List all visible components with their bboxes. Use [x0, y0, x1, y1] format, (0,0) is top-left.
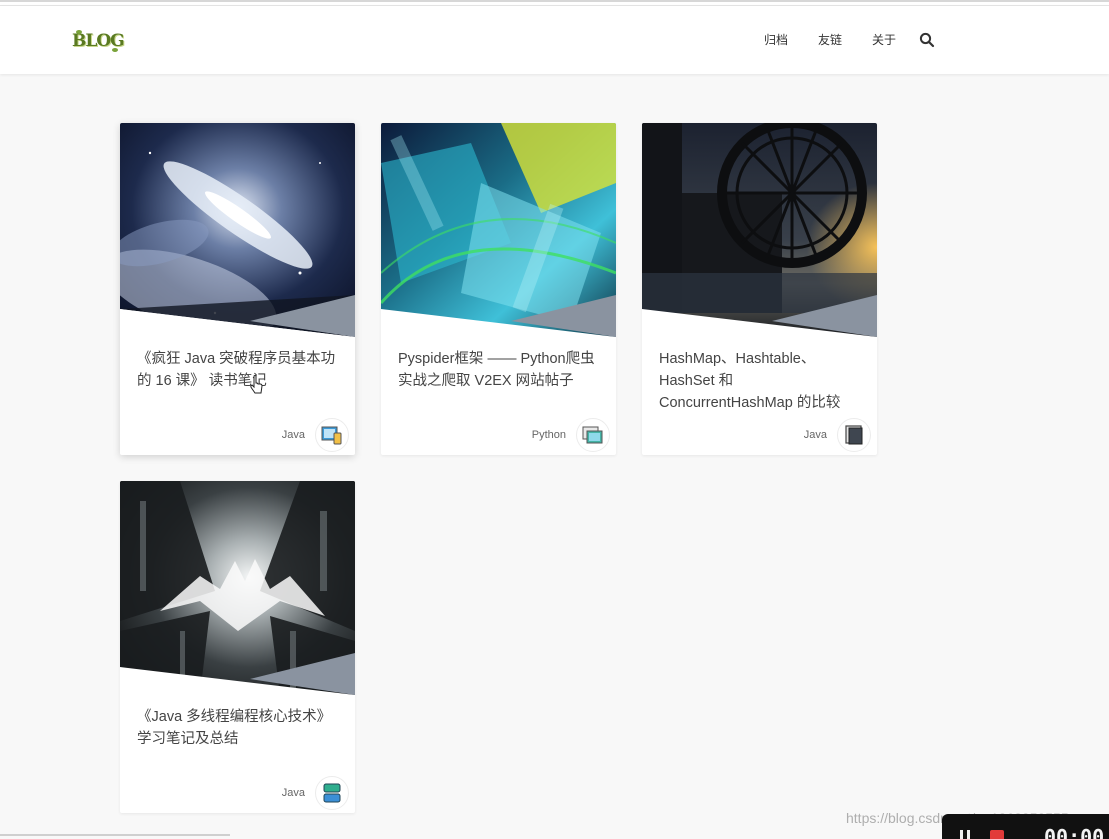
post-cover-image: [120, 481, 355, 695]
post-card[interactable]: 《Java 多线程编程核心技术》学习笔记及总结 Java: [120, 481, 355, 813]
post-tag[interactable]: Python: [532, 429, 566, 441]
stop-icon[interactable]: [990, 830, 1004, 839]
logo-leaf-decoration: [112, 48, 118, 52]
pause-icon[interactable]: [960, 830, 970, 839]
post-title[interactable]: 《疯狂 Java 突破程序员基本功的 16 课》 读书笔记: [137, 348, 342, 392]
recording-timer: 00:00: [1044, 825, 1105, 839]
post-cover-image: [642, 123, 877, 337]
search-icon[interactable]: [919, 32, 935, 48]
image-stack-icon: [576, 418, 610, 452]
post-card[interactable]: 《疯狂 Java 突破程序员基本功的 16 课》 读书笔记 Java: [120, 123, 355, 455]
screen-recorder-bar: 00:00: [942, 814, 1109, 839]
post-card[interactable]: HashMap、Hashtable、HashSet 和 ConcurrentHa…: [642, 123, 877, 455]
nav-item-friend-links[interactable]: 友链: [818, 31, 842, 48]
nav-item-archive[interactable]: 归档: [764, 31, 788, 48]
gallery-phone-icon: [315, 418, 349, 452]
site-header: BLOG 归档 友链 关于: [0, 6, 1109, 74]
post-tag[interactable]: Java: [282, 787, 305, 799]
document-stack-icon: [837, 418, 871, 452]
site-logo[interactable]: BLOG: [72, 26, 126, 56]
post-tag[interactable]: Java: [804, 429, 827, 441]
scroll-indicator: [0, 834, 230, 836]
post-title[interactable]: HashMap、Hashtable、HashSet 和 ConcurrentHa…: [659, 348, 864, 414]
logo-leaf-decoration: [76, 30, 82, 34]
post-title[interactable]: 《Java 多线程编程核心技术》学习笔记及总结: [137, 706, 342, 750]
post-title[interactable]: Pyspider框架 —— Python爬虫实战之爬取 V2EX 网站帖子: [398, 348, 603, 392]
server-stack-icon: [315, 776, 349, 810]
nav-item-about[interactable]: 关于: [872, 31, 896, 48]
post-cover-image: [381, 123, 616, 337]
post-card[interactable]: Pyspider框架 —— Python爬虫实战之爬取 V2EX 网站帖子 Py…: [381, 123, 616, 455]
post-tag[interactable]: Java: [282, 429, 305, 441]
post-cover-image: [120, 123, 355, 337]
